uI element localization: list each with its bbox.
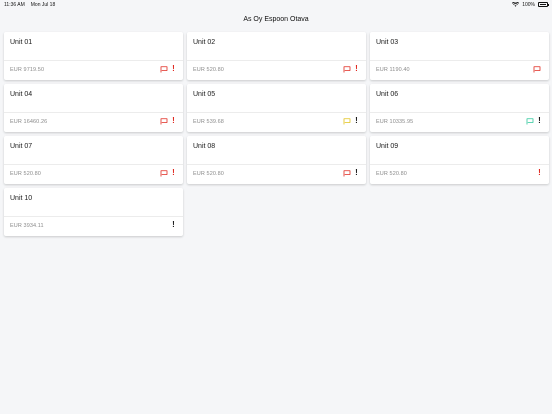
battery-icon — [538, 2, 549, 7]
wifi-icon — [512, 2, 520, 7]
unit-name: Unit 03 — [376, 39, 399, 46]
unit-status-icons: ! — [343, 65, 358, 73]
unit-status-icons: ! — [172, 221, 175, 229]
card-divider — [4, 216, 183, 217]
alert-icon: ! — [172, 64, 175, 73]
status-time: 11:36 AM — [4, 1, 25, 8]
unit-name: Unit 04 — [10, 91, 33, 98]
flag-icon — [343, 65, 351, 73]
card-divider — [4, 112, 183, 113]
unit-status-icons: ! — [538, 169, 541, 177]
card-divider — [4, 164, 183, 165]
unit-amount: EUR 10335.95 — [376, 119, 414, 125]
unit-amount: EUR 16460.26 — [10, 119, 48, 125]
alert-icon: ! — [538, 168, 541, 177]
unit-card[interactable]: Unit 10 EUR 3934.11! — [4, 188, 183, 236]
battery-percent: 100% — [522, 1, 535, 8]
status-date: Mon Jul 18 — [30, 1, 56, 8]
unit-amount: EUR 520.80 — [193, 67, 224, 73]
card-divider — [4, 60, 183, 61]
unit-name: Unit 08 — [193, 143, 216, 150]
unit-amount: EUR 9719.50 — [10, 67, 45, 73]
alert-icon: ! — [172, 220, 175, 229]
flag-icon — [526, 117, 534, 125]
unit-name: Unit 02 — [193, 39, 216, 46]
card-divider — [370, 60, 549, 61]
unit-status-icons: ! — [343, 117, 358, 125]
unit-amount: EUR 520.80 — [10, 171, 41, 177]
card-divider — [370, 112, 549, 113]
unit-status-icons: ! — [526, 117, 541, 125]
unit-card[interactable]: Unit 04 EUR 16460.26! — [4, 84, 183, 132]
unit-card[interactable]: Unit 07 EUR 520.80! — [4, 136, 183, 184]
unit-status-icons: ! — [160, 65, 175, 73]
alert-icon: ! — [172, 168, 175, 177]
alert-icon: ! — [355, 168, 358, 177]
card-divider — [187, 60, 366, 61]
page-title: As Oy Espoon Otava — [243, 15, 309, 23]
unit-name: Unit 07 — [10, 143, 33, 150]
unit-amount: EUR 539.68 — [193, 119, 224, 125]
flag-icon — [160, 117, 168, 125]
unit-name: Unit 06 — [376, 91, 399, 98]
unit-amount: EUR 520.80 — [376, 171, 407, 177]
unit-name: Unit 05 — [193, 91, 216, 98]
unit-card[interactable]: Unit 03 EUR 1190.40 — [370, 32, 549, 80]
flag-icon — [160, 65, 168, 73]
card-divider — [370, 164, 549, 165]
unit-card[interactable]: Unit 08 EUR 520.80! — [187, 136, 366, 184]
unit-status-icons: ! — [160, 169, 175, 177]
alert-icon: ! — [172, 116, 175, 125]
flag-icon — [343, 169, 351, 177]
unit-name: Unit 01 — [10, 39, 33, 46]
unit-card[interactable]: Unit 06 EUR 10335.95! — [370, 84, 549, 132]
alert-icon: ! — [355, 64, 358, 73]
alert-icon: ! — [538, 116, 541, 125]
unit-card[interactable]: Unit 09 EUR 520.80! — [370, 136, 549, 184]
unit-grid: Unit 01 EUR 9719.50! Unit 02 EUR 520.80! Uni… — [4, 32, 550, 236]
card-divider — [187, 164, 366, 165]
status-bar: 11:36 AM Mon Jul 18 100% — [0, 0, 552, 9]
unit-amount: EUR 3934.11 — [10, 223, 44, 229]
alert-icon: ! — [355, 116, 358, 125]
unit-card[interactable]: Unit 05 EUR 539.68! — [187, 84, 366, 132]
flag-icon — [343, 117, 351, 125]
unit-amount: EUR 1190.40 — [376, 67, 410, 73]
unit-amount: EUR 520.80 — [193, 171, 224, 177]
unit-card[interactable]: Unit 02 EUR 520.80! — [187, 32, 366, 80]
unit-status-icons — [533, 65, 541, 73]
navigation-bar: As Oy Espoon Otava — [0, 9, 552, 29]
unit-status-icons: ! — [160, 117, 175, 125]
unit-name: Unit 10 — [10, 195, 33, 202]
flag-icon — [160, 169, 168, 177]
unit-name: Unit 09 — [376, 143, 399, 150]
flag-icon — [533, 65, 541, 73]
unit-card[interactable]: Unit 01 EUR 9719.50! — [4, 32, 183, 80]
unit-status-icons: ! — [343, 169, 358, 177]
card-divider — [187, 112, 366, 113]
